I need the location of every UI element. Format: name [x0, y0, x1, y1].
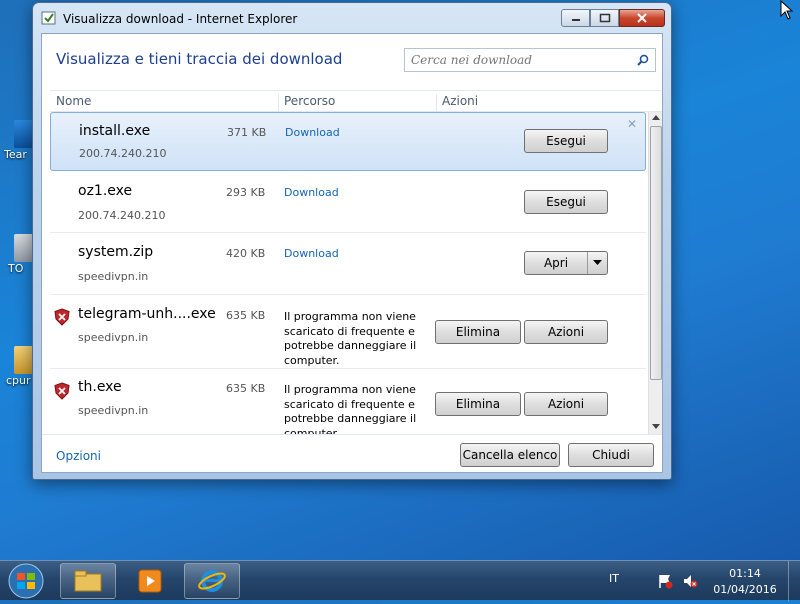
folder-icon	[74, 570, 102, 592]
taskbar: IT 01:14 01/04/2016	[0, 560, 800, 601]
file-source: speedivpn.in	[78, 331, 149, 344]
delete-button[interactable]: Elimina	[435, 320, 521, 344]
download-row[interactable]: system.zip speedivpn.in 420 KB Download …	[50, 234, 646, 295]
minimize-icon	[571, 19, 580, 21]
clock-time: 01:14	[729, 567, 761, 580]
action-center-flag-icon[interactable]	[657, 573, 673, 589]
download-location-link[interactable]: Download	[284, 247, 339, 260]
download-location-link[interactable]: Download	[285, 126, 340, 139]
file-source: 200.74.240.210	[78, 209, 166, 222]
title-bar[interactable]: Visualizza download - Internet Explorer	[33, 3, 671, 33]
taskbar-internet-explorer[interactable]	[184, 563, 240, 599]
security-warning-shield-icon	[54, 382, 70, 400]
security-warning-shield-icon	[54, 308, 70, 326]
run-button[interactable]: Esegui	[524, 190, 608, 214]
clock-date: 01/04/2016	[713, 583, 777, 596]
actions-button[interactable]: Azioni	[524, 392, 608, 416]
security-warning-text: Il programma non viene scaricato di freq…	[284, 310, 417, 367]
close-button[interactable]: Chiudi	[568, 443, 654, 467]
file-source: speedivpn.in	[78, 404, 149, 417]
file-size: 635 KB	[226, 309, 266, 322]
download-row[interactable]: oz1.exe 200.74.240.210 293 KB Download E…	[50, 172, 646, 233]
taskbar-media-player[interactable]	[122, 563, 178, 599]
options-link[interactable]: Opzioni	[56, 449, 101, 463]
file-name: system.zip	[78, 244, 154, 260]
scroll-down-icon[interactable]	[652, 424, 660, 430]
column-actions[interactable]: Azioni	[442, 94, 478, 108]
footer: Opzioni Cancella elenco Chiudi	[42, 434, 662, 474]
download-row[interactable]: th.exe speedivpn.in 635 KB Il programma …	[50, 370, 646, 434]
taskbar-explorer[interactable]	[60, 563, 116, 599]
run-button[interactable]: Esegui	[524, 129, 608, 153]
column-name[interactable]: Nome	[56, 94, 91, 108]
download-manager-window: Visualizza download - Internet Explorer …	[32, 2, 672, 480]
file-source: 200.74.240.210	[79, 147, 167, 160]
search-input[interactable]	[405, 49, 625, 71]
file-size: 635 KB	[226, 382, 266, 395]
column-location[interactable]: Percorso	[284, 94, 335, 108]
scroll-up-icon[interactable]	[652, 115, 660, 121]
minimize-button[interactable]	[561, 9, 590, 27]
window-content: Visualizza e tieni traccia dei download …	[41, 33, 663, 473]
media-player-icon	[138, 569, 162, 593]
system-clock[interactable]: 01:14 01/04/2016	[712, 566, 778, 598]
search-box[interactable]	[404, 48, 656, 72]
downloads-list: install.exe 200.74.240.210 371 KB Downlo…	[50, 112, 646, 434]
page-title: Visualizza e tieni traccia dei download	[56, 50, 343, 68]
file-name: oz1.exe	[78, 183, 133, 199]
remove-item-icon[interactable]: ✕	[627, 117, 637, 131]
file-name: telegram-unh....exe	[78, 306, 216, 322]
close-icon	[637, 13, 647, 23]
maximize-button[interactable]	[590, 9, 619, 27]
search-icon[interactable]	[637, 54, 649, 66]
windows-logo-icon	[8, 563, 44, 599]
chevron-down-icon	[593, 260, 602, 265]
list-scrollbar[interactable]	[648, 112, 662, 434]
download-row[interactable]: install.exe 200.74.240.210 371 KB Downlo…	[50, 112, 646, 171]
open-dropdown-arrow[interactable]	[587, 252, 607, 274]
open-button-label: Apri	[543, 256, 569, 270]
file-size: 420 KB	[226, 247, 266, 260]
download-row[interactable]: telegram-unh....exe speedivpn.in 635 KB …	[50, 296, 646, 369]
delete-button[interactable]: Elimina	[435, 392, 521, 416]
file-size: 371 KB	[227, 126, 267, 139]
file-name: th.exe	[78, 379, 122, 395]
file-name: install.exe	[79, 123, 151, 139]
actions-button[interactable]: Azioni	[524, 320, 608, 344]
file-source: speedivpn.in	[78, 270, 149, 283]
language-indicator[interactable]: IT	[609, 572, 619, 585]
mouse-cursor-icon	[780, 0, 794, 20]
column-header: Nome Percorso Azioni	[50, 90, 662, 114]
internet-explorer-icon	[198, 570, 226, 592]
window-title: Visualizza download - Internet Explorer	[63, 12, 298, 26]
download-manager-icon	[41, 11, 56, 25]
maximize-icon	[599, 13, 610, 23]
volume-muted-icon[interactable]	[682, 573, 698, 589]
file-size: 293 KB	[226, 186, 266, 199]
open-split-button[interactable]: Apri	[524, 251, 608, 275]
start-button[interactable]	[4, 562, 50, 600]
security-warning-text: Il programma non viene scaricato di freq…	[284, 383, 417, 434]
close-window-button[interactable]	[619, 9, 665, 27]
show-desktop-button[interactable]	[788, 561, 800, 601]
scrollbar-thumb[interactable]	[650, 126, 662, 380]
clear-list-button[interactable]: Cancella elenco	[460, 443, 560, 467]
download-location-link[interactable]: Download	[284, 186, 339, 199]
